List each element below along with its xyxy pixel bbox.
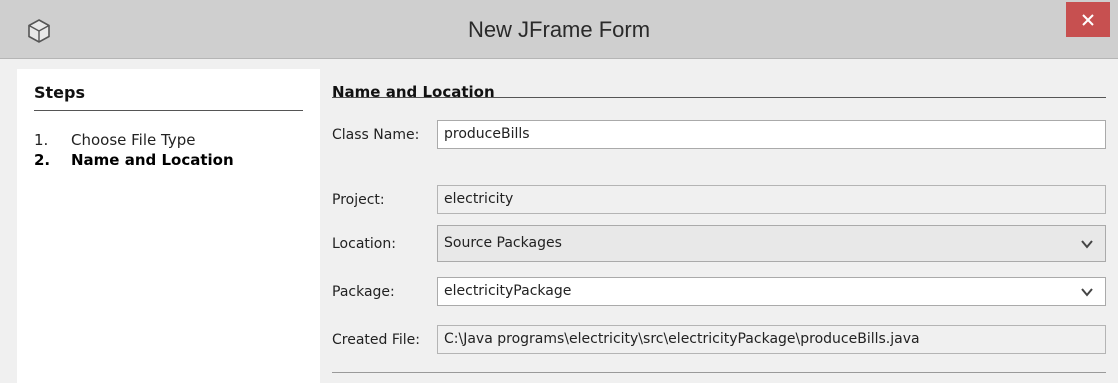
step-item-name-and-location: 2. Name and Location [34,151,234,169]
dialog-window: New JFrame Form Steps 1. Choose File Type… [0,0,1118,383]
package-combobox[interactable]: electricityPackage [437,277,1106,306]
title-bar[interactable]: New JFrame Form [0,0,1118,59]
steps-divider [34,110,303,111]
steps-panel: Steps 1. Choose File Type 2. Name and Loca… [17,69,320,383]
close-icon [1082,13,1094,26]
class-name-label: Class Name: [332,127,420,143]
package-value: electricityPackage [444,283,572,299]
step-number: 2. [34,151,51,169]
section-divider [332,97,1106,98]
dialog-body: Steps 1. Choose File Type 2. Name and Loca… [0,59,1118,383]
class-name-input[interactable]: produceBills [437,120,1106,149]
package-label: Package: [332,284,395,300]
project-field: electricity [437,185,1106,214]
steps-title: Steps [34,83,85,102]
location-value: Source Packages [444,235,562,251]
name-location-panel: Name and Location Class Name: produceBil… [320,59,1118,383]
bottom-divider [332,372,1106,373]
section-title: Name and Location [332,83,495,101]
project-label: Project: [332,192,385,208]
window-title: New JFrame Form [467,17,651,42]
chevron-down-icon[interactable] [1081,287,1093,297]
location-dropdown[interactable]: Source Packages [437,225,1106,262]
created-file-field: C:\Java programs\electricity\src\electri… [437,325,1106,354]
close-button[interactable] [1066,2,1110,37]
step-label: Choose File Type [71,131,196,149]
step-item-choose-file-type: 1. Choose File Type [34,131,195,149]
created-file-label: Created File: [332,332,420,348]
chevron-down-icon [1081,239,1093,249]
location-label: Location: [332,236,396,252]
step-label: Name and Location [71,151,234,169]
step-number: 1. [34,131,49,149]
